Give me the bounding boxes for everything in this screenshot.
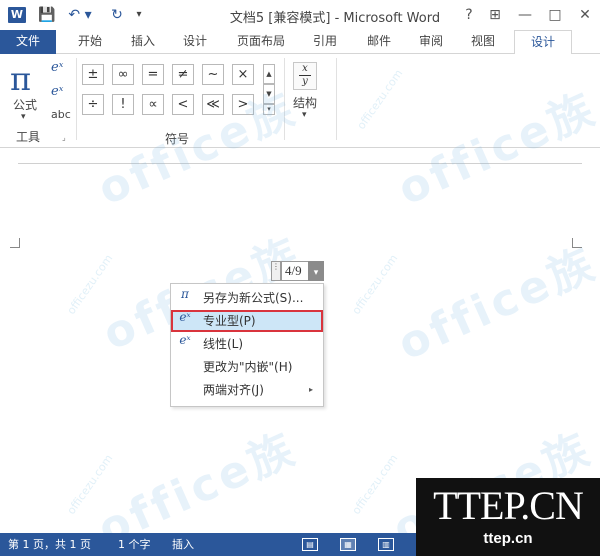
structures-dropdown-icon[interactable]: ▾ <box>302 110 307 120</box>
tab-references[interactable]: 引用 <box>304 30 346 54</box>
ink-equation-icon[interactable]: eˣ <box>51 60 63 75</box>
equation-content[interactable]: 4/9 <box>281 261 308 281</box>
symbol-tilde[interactable]: ~ <box>202 64 224 85</box>
ribbon-tabs: 文件 开始 插入 设计 页面布局 引用 邮件 审阅 视图 设计 ⊞ <box>0 30 600 77</box>
close-button[interactable]: ✕ <box>572 4 598 26</box>
tab-mailings[interactable]: 邮件 <box>358 30 400 54</box>
document-area[interactable]: office族 office族 office族 office族 office族 … <box>0 67 600 555</box>
save-equation-icon: π <box>181 287 189 301</box>
symbol-plus-minus[interactable]: ± <box>82 64 104 85</box>
word-count[interactable]: 1 个字 <box>118 533 151 556</box>
maximize-button[interactable]: □ <box>542 4 568 26</box>
brand-sub-text: ttep.cn <box>483 530 533 547</box>
tab-design[interactable]: 设计 <box>174 30 216 54</box>
tab-review[interactable]: 审阅 <box>410 30 452 54</box>
insert-mode[interactable]: 插入 <box>172 533 194 556</box>
window-title: 文档5 [兼容模式] - Microsoft Word <box>229 11 441 26</box>
linear-format-icon: eˣ <box>179 333 191 347</box>
menu-item-save-as-new-equation[interactable]: π 另存为新公式(S)... <box>171 287 323 309</box>
fraction-structure-icon[interactable]: x y <box>293 62 317 90</box>
read-mode-view-icon[interactable]: ▤ <box>302 538 318 551</box>
professional-format-icon: eˣ <box>179 310 191 324</box>
page-count[interactable]: 第 1 页，共 1 页 <box>8 533 91 556</box>
linear-equation-icon[interactable]: eˣ <box>51 84 63 99</box>
normal-text-button[interactable]: abc <box>51 108 71 121</box>
symbol-divide[interactable]: ÷ <box>82 94 104 115</box>
menu-item-change-to-inline[interactable]: 更改为"内嵌"(H) <box>171 356 323 378</box>
equation-dropdown-icon[interactable]: ▾ <box>21 112 26 122</box>
print-layout-view-icon[interactable]: ▦ <box>340 538 356 551</box>
equation-move-handle[interactable]: ⋮ <box>271 261 281 281</box>
equation-label[interactable]: 公式 <box>13 96 37 113</box>
menu-item-justification[interactable]: 两端对齐(J) ▸ <box>171 379 323 401</box>
tab-equation-design[interactable]: 设计 <box>514 30 572 55</box>
group-divider <box>336 58 337 140</box>
symbol-infinity[interactable]: ∞ <box>112 64 134 85</box>
watermark-site: officezu.com <box>349 252 401 317</box>
equation-options-menu: π 另存为新公式(S)... eˣ 专业型(P) eˣ 线性(L) 更改为"内嵌… <box>170 283 324 407</box>
margin-corner-left <box>10 238 20 248</box>
menu-item-label: 两端对齐(J) <box>203 383 264 397</box>
web-layout-view-icon[interactable]: ▥ <box>378 538 394 551</box>
tab-file[interactable]: 文件 <box>0 30 56 54</box>
symbol-equals[interactable]: = <box>142 64 164 85</box>
brand-watermark: TTEP.CN ttep.cn <box>416 478 600 556</box>
menu-item-label: 另存为新公式(S)... <box>203 291 304 305</box>
menu-item-linear[interactable]: eˣ 线性(L) <box>171 333 323 355</box>
symbol-times[interactable]: × <box>232 64 254 85</box>
minimize-button[interactable]: — <box>512 4 538 26</box>
menu-item-label: 专业型(P) <box>203 314 256 328</box>
symbol-proportional[interactable]: ∝ <box>142 94 164 115</box>
watermark: office族 <box>390 237 600 371</box>
title-bar: W 💾 ↶ ▾ ↻ ▾ 文档5 [兼容模式] - Microsoft Word … <box>0 0 600 30</box>
equation-icon[interactable]: π <box>10 60 31 98</box>
group-divider <box>76 58 77 140</box>
symbol-factorial[interactable]: ! <box>112 94 134 115</box>
tab-home[interactable]: 开始 <box>68 30 112 54</box>
help-button[interactable]: ? <box>456 4 482 26</box>
submenu-arrow-icon: ▸ <box>309 385 314 394</box>
brand-main-text: TTEP.CN <box>433 483 584 528</box>
menu-item-professional[interactable]: eˣ 专业型(P) <box>171 310 323 332</box>
tab-page-layout[interactable]: 页面布局 <box>228 30 294 54</box>
menu-item-label: 线性(L) <box>203 337 244 351</box>
equation-options-dropdown-icon[interactable]: ▾ <box>308 261 324 281</box>
tab-view[interactable]: 视图 <box>462 30 504 54</box>
tab-insert[interactable]: 插入 <box>122 30 164 54</box>
structures-label[interactable]: 结构 <box>293 94 317 111</box>
menu-item-label: 更改为"内嵌"(H) <box>203 360 293 374</box>
tools-group-label: 工具 <box>16 130 41 144</box>
tools-dialog-launcher-icon[interactable]: ⌟ <box>62 133 66 142</box>
symbol-not-equal[interactable]: ≠ <box>172 64 194 85</box>
ribbon-display-options-button[interactable]: ⊞ <box>482 4 508 26</box>
